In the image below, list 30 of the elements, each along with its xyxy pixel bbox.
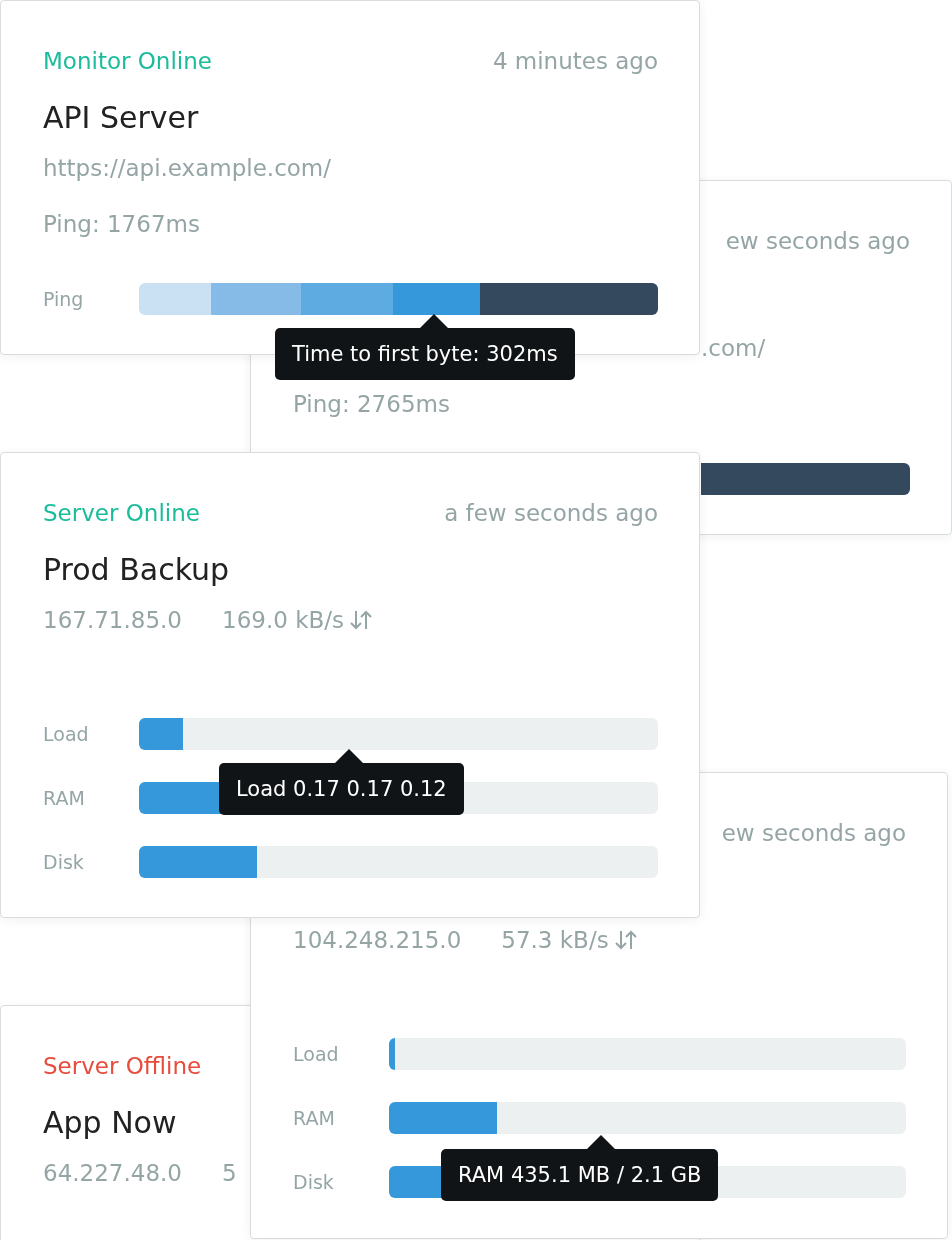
metric-label: Disk [43,851,85,873]
ping-text: Ping: 1767ms [43,211,200,237]
metric-label: Disk [293,1171,335,1193]
updated-time: ew seconds ago [721,820,906,846]
tooltip-arrow-icon [587,1135,615,1149]
metric-label: RAM [43,787,86,809]
bar-label: Ping [43,288,85,310]
metric-label: RAM [293,1107,336,1129]
ip-address: 104.248.215.0 [293,927,462,953]
transfer-speed: 5 [222,1160,237,1186]
status-label: Monitor Online [43,48,212,74]
tooltip-arrow-icon [335,749,363,763]
ip-address: 64.227.48.0 [43,1160,182,1186]
ip-address: 167.71.85.0 [43,607,182,633]
status-label: Server Offline [43,1053,202,1079]
card-title: Prod Backup [43,551,230,589]
transfer-speed: 57.3 kB/s [501,927,609,953]
status-label: Server Online [43,500,200,526]
metric-label: Load [293,1043,340,1065]
card-title: App Now [43,1104,177,1142]
metric-label: Load [43,723,90,745]
ping-text: Ping: 2765ms [293,391,450,417]
transfer-speed: 169.0 kB/s [222,607,344,633]
updated-time: 4 minutes ago [492,48,658,74]
tooltip-arrow-icon [420,314,448,328]
updated-time: ew seconds ago [725,228,910,254]
url-text: https://api.example.com/ [43,155,332,181]
updated-time: a few seconds ago [444,500,658,526]
url-text: .com/ [701,335,766,361]
card-title: API Server [43,99,199,137]
